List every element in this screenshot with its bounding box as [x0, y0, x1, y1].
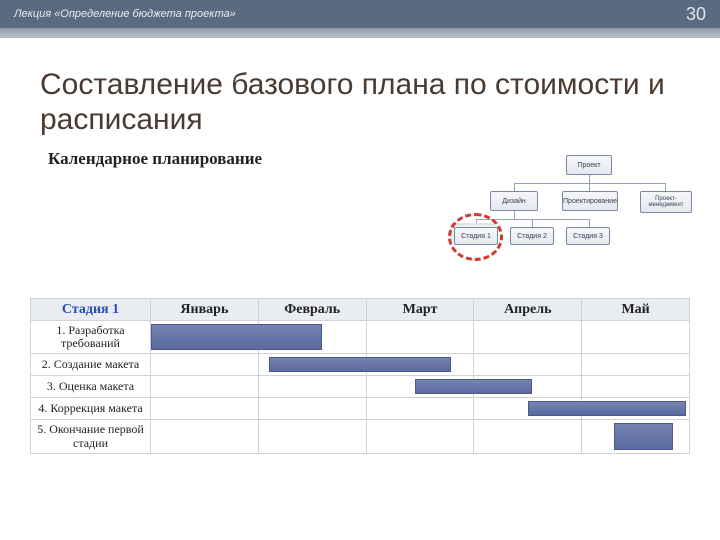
page-number: 30 [686, 4, 706, 25]
gantt-chart: Стадия 1 Январь Февраль Март Апрель Май … [30, 298, 690, 454]
gantt-cell [582, 376, 690, 398]
table-row: 5. Окончание первой стадии [31, 420, 690, 453]
wbs-l1-2: Проект-менеджмент [640, 191, 692, 213]
highlight-circle [448, 213, 503, 261]
gantt-cell [151, 354, 259, 376]
gantt-cell [366, 354, 474, 376]
gantt-cell [582, 354, 690, 376]
month-3: Апрель [474, 299, 582, 321]
task-name: 3. Оценка макета [31, 376, 151, 398]
stage-header: Стадия 1 [31, 299, 151, 321]
gantt-cell [151, 376, 259, 398]
gantt-cell [258, 376, 366, 398]
wbs-l2-1: Стадия 2 [510, 227, 554, 245]
task-name: 1. Разработка требований [31, 321, 151, 354]
gantt-bar [614, 423, 673, 449]
table-row: 3. Оценка макета [31, 376, 690, 398]
table-row: 4. Коррекция макета [31, 398, 690, 420]
month-1: Февраль [258, 299, 366, 321]
gantt-cell [151, 321, 259, 354]
gantt-cell [258, 398, 366, 420]
gantt-cell [474, 354, 582, 376]
gantt-cell [258, 354, 366, 376]
gantt-cell [258, 321, 366, 354]
gantt-cell [151, 420, 259, 453]
wbs-diagram: Проект Дизайн Проектирование Проект-мене… [466, 155, 704, 273]
gantt-cell [366, 420, 474, 453]
gantt-cell [151, 398, 259, 420]
task-name: 5. Окончание первой стадии [31, 420, 151, 453]
page-title: Составление базового плана по стоимости … [0, 38, 720, 145]
month-4: Май [582, 299, 690, 321]
divider [0, 28, 720, 38]
month-0: Январь [151, 299, 259, 321]
month-2: Март [366, 299, 474, 321]
gantt-cell [582, 398, 690, 420]
gantt-cell [474, 321, 582, 354]
gantt-cell [474, 398, 582, 420]
wbs-l2-2: Стадия 3 [566, 227, 610, 245]
task-name: 2. Создание макета [31, 354, 151, 376]
table-row: 1. Разработка требований [31, 321, 690, 354]
gantt-cell [258, 420, 366, 453]
gantt-table: Стадия 1 Январь Февраль Март Апрель Май … [30, 298, 690, 454]
gantt-cell [474, 420, 582, 453]
wbs-root: Проект [566, 155, 612, 175]
gantt-cell [366, 321, 474, 354]
lecture-title: Лекция «Определение бюджета проекта» [14, 8, 236, 20]
gantt-cell [366, 376, 474, 398]
gantt-cell [366, 398, 474, 420]
gantt-cell [582, 420, 690, 453]
wbs-l1-1: Проектирование [562, 191, 618, 211]
gantt-header-row: Стадия 1 Январь Февраль Март Апрель Май [31, 299, 690, 321]
gantt-cell [474, 376, 582, 398]
table-row: 2. Создание макета [31, 354, 690, 376]
task-name: 4. Коррекция макета [31, 398, 151, 420]
slide-header: Лекция «Определение бюджета проекта» 30 [0, 0, 720, 28]
wbs-l1-0: Дизайн [490, 191, 538, 211]
gantt-cell [582, 321, 690, 354]
